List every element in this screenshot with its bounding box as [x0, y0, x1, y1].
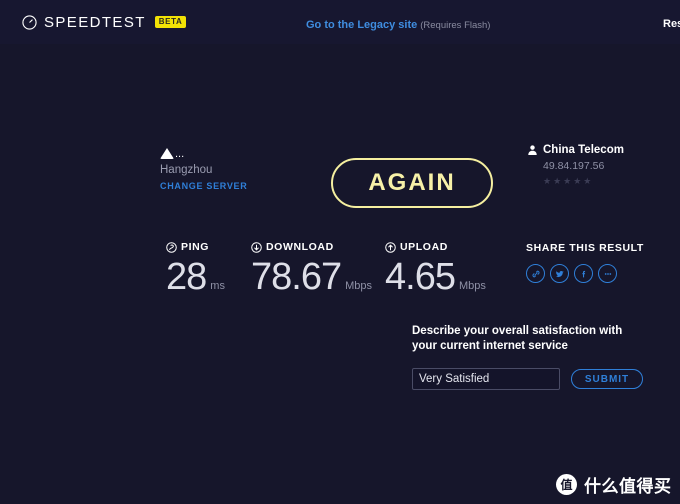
logo-text: SPEEDTEST	[44, 13, 146, 31]
again-button[interactable]: AGAIN	[331, 158, 493, 208]
metric-upload-unit: Mbps	[458, 280, 486, 292]
metric-download-value: 78.67	[251, 256, 342, 298]
more-icon[interactable]	[598, 264, 617, 283]
metric-ping-label: PING	[181, 241, 210, 253]
share-section: SHARE THIS RESULT	[526, 242, 644, 283]
metric-ping: PING 28 ms	[166, 240, 225, 299]
share-icon-row	[526, 264, 644, 283]
metric-download: DOWNLOAD 78.67 Mbps	[251, 240, 372, 299]
watermark-badge: 值	[556, 474, 577, 495]
satisfaction-survey: Describe your overall satisfaction with …	[412, 324, 652, 390]
isp-ip-address: 49.84.197.56	[543, 160, 605, 172]
survey-question: Describe your overall satisfaction with …	[412, 324, 640, 354]
survey-controls: SUBMIT	[412, 368, 652, 390]
metric-upload-header: UPLOAD	[385, 240, 486, 254]
legacy-link-note: (Requires Flash)	[420, 20, 491, 31]
isp-info: China Telecom 49.84.197.56 ★★★★★	[527, 144, 624, 187]
isp-rating-stars[interactable]: ★★★★★	[543, 176, 624, 187]
server-provider-truncated: ...	[175, 148, 185, 160]
ping-icon	[166, 241, 181, 253]
link-icon[interactable]	[526, 264, 545, 283]
change-server-link[interactable]: CHANGE SERVER	[160, 181, 280, 191]
server-info: ... Hangzhou CHANGE SERVER	[160, 141, 280, 191]
metric-upload-value: 4.65	[385, 256, 456, 298]
isp-name-row: China Telecom	[527, 144, 624, 156]
metric-ping-value-row: 28 ms	[166, 255, 225, 299]
server-provider-logo: ...	[160, 141, 280, 160]
speedtest-logo[interactable]: SPEEDTEST BETA	[22, 13, 187, 31]
metric-upload-label: UPLOAD	[400, 241, 448, 253]
metric-download-label: DOWNLOAD	[266, 241, 334, 253]
person-icon	[527, 144, 543, 156]
download-arrow-icon	[251, 241, 266, 253]
metric-ping-value: 28	[166, 256, 207, 298]
metric-upload: UPLOAD 4.65 Mbps	[385, 240, 486, 299]
share-title: SHARE THIS RESULT	[526, 242, 644, 254]
metric-download-header: DOWNLOAD	[251, 240, 372, 254]
speedometer-icon	[22, 14, 44, 30]
server-city: Hangzhou	[160, 164, 213, 176]
twitter-icon[interactable]	[550, 264, 569, 283]
watermark: 值 什么值得买	[556, 472, 672, 497]
metric-download-value-row: 78.67 Mbps	[251, 255, 372, 299]
survey-question-line1: Describe your overall satisfaction with	[412, 325, 623, 337]
submit-button[interactable]: SUBMIT	[571, 369, 643, 389]
watermark-text: 什么值得买	[584, 477, 672, 497]
results-link[interactable]: Res	[663, 18, 680, 30]
metric-ping-header: PING	[166, 240, 225, 254]
isp-name: China Telecom	[543, 144, 624, 156]
legacy-site-link[interactable]: Go to the Legacy site (Requires Flash)	[306, 19, 490, 31]
upload-arrow-icon	[385, 241, 400, 253]
survey-question-line2: your current internet service	[412, 340, 568, 352]
satisfaction-select[interactable]	[412, 368, 560, 390]
facebook-icon[interactable]	[574, 264, 593, 283]
metric-download-unit: Mbps	[345, 280, 372, 292]
legacy-link-label: Go to the Legacy site	[306, 19, 418, 31]
triangle-mark-icon	[160, 148, 174, 159]
app-header: SPEEDTEST BETA Go to the Legacy site (Req…	[0, 0, 680, 44]
metric-upload-value-row: 4.65 Mbps	[385, 255, 486, 299]
beta-badge: BETA	[154, 16, 187, 28]
metric-ping-unit: ms	[210, 280, 225, 292]
